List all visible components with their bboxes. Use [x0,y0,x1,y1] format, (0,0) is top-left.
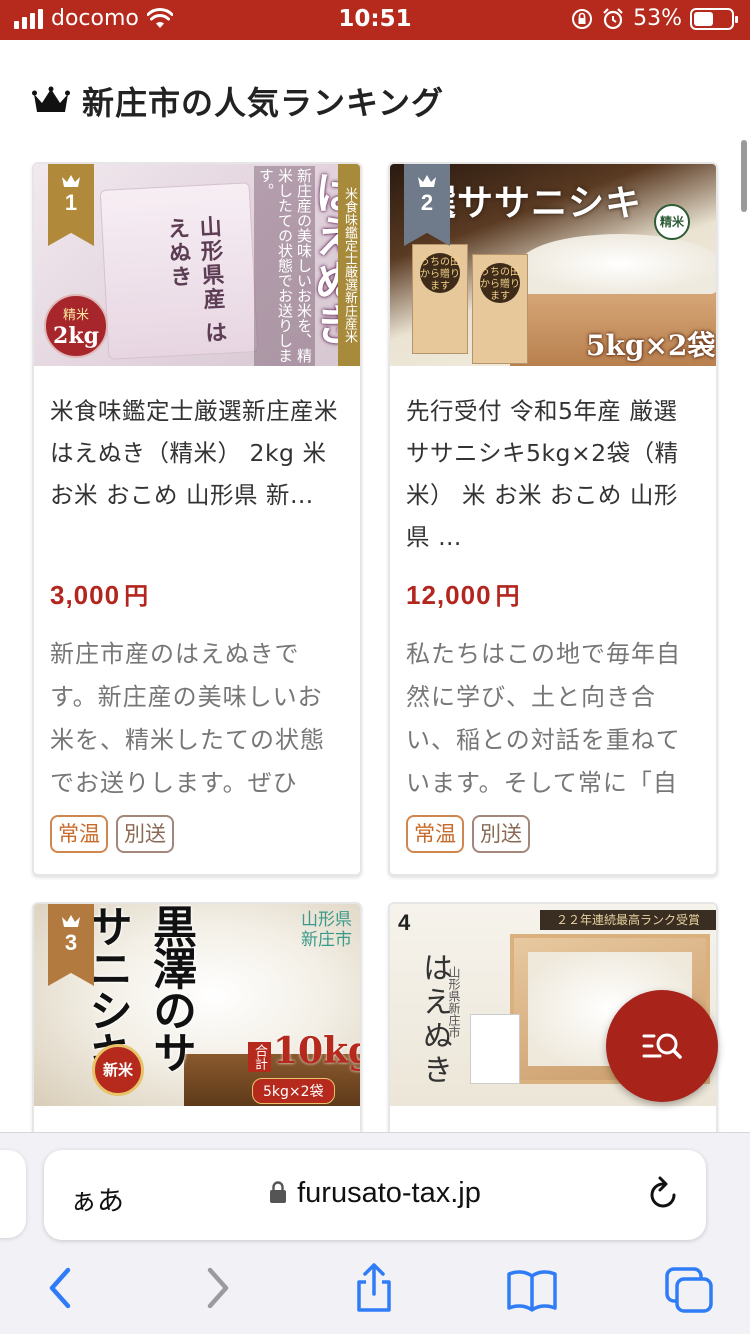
product-image-3[interactable]: 黒澤のササニシキ 山形県新庄市 新米 合計 10kg 5kg×2袋 3 [34,904,360,1106]
search-fab[interactable] [606,990,718,1102]
bag-label: 山形県産 はえぬき [163,214,228,346]
screen: { "status_bar": { "carrier": "docomo", "… [0,0,750,1334]
url-display[interactable]: furusato-tax.jp [44,1177,706,1210]
image-total: 合計 10kg [248,1030,360,1072]
product-image-2[interactable]: うちの田から贈ります うちの田から贈ります 選ササニシキ 精米 5kg×2袋 2 [390,164,716,366]
tag-list-1: 常温 別送 [50,815,344,853]
scrollbar[interactable] [741,140,747,212]
battery-fill [694,11,714,26]
image-side-label: 米食味鑑定士厳選新庄産米 [338,164,360,366]
search-list-icon [642,1033,682,1059]
orientation-lock-icon [572,8,593,29]
tag-shipping: 別送 [472,815,530,853]
weight-seal: 精米 2kg [44,294,108,358]
rank-number-4: 4 [398,910,411,935]
address-bar[interactable]: ぁあ furusato-tax.jp [44,1150,706,1240]
image-sub: 5kg×2袋 [252,1078,335,1104]
image-seal: 精米 [654,204,690,240]
rice-bag: 山形県産 はえぬき [99,182,259,360]
ranking-card-2[interactable]: うちの田から贈ります うちの田から贈ります 選ササニシキ 精米 5kg×2袋 2… [388,162,718,876]
tag-shipping: 別送 [116,815,174,853]
product-image-1[interactable]: 山形県産 はえぬき 精米 2kg 新庄産の美味しいお米を、精米したての状態でお送… [34,164,360,366]
product-title-1[interactable]: 米食味鑑定士厳選新庄産米 はえぬき（精米） 2kg 米 お米 おこめ 山形県 新… [50,390,344,558]
back-button[interactable] [44,1264,74,1312]
share-button[interactable] [352,1262,396,1314]
lock-icon [270,1181,287,1203]
tag-list-2: 常温 別送 [406,815,700,853]
card-body-1: 米食味鑑定士厳選新庄産米 はえぬき（精米） 2kg 米 お米 おこめ 山形県 新… [34,366,360,871]
rank-crown-icon [62,915,80,927]
forward-button[interactable] [204,1264,234,1312]
reload-icon[interactable] [646,1175,682,1213]
status-left: docomo [14,6,173,31]
image-origin: 山形県新庄市 [447,966,461,1038]
rice-bag-right: うちの田から贈ります [472,254,528,364]
product-price-2: 12,000 円 [406,580,521,610]
bookmarks-button[interactable] [506,1268,558,1312]
product-description-2: 私たちはこの地で毎年自然に学び、土と向き合い、稲との対話を重ねています。そして常… [406,640,681,797]
tabs-button[interactable] [664,1266,714,1314]
signal-icon [14,8,43,29]
section-heading: 新庄市の人気ランキング [32,78,444,124]
ranking-card-1[interactable]: 山形県産 はえぬき 精米 2kg 新庄産の美味しいお米を、精米したての状態でお送… [32,162,362,876]
product-price-1: 3,000 円 [50,580,150,610]
tag-temperature: 常温 [50,815,108,853]
rice-bag [470,1014,520,1084]
battery-percent: 53% [633,6,682,31]
rank-crown-icon [418,175,436,187]
section-title: 新庄市の人気ランキング [82,84,445,122]
image-region: 山形県新庄市 [301,910,352,950]
image-weight: 5kg×2袋 [586,329,716,362]
product-title-2[interactable]: 先行受付 令和5年産 厳選ササニシキ5kg×2袋（精米） 米 お米 おこめ 山形… [406,390,700,558]
image-banner: 選ササニシキ [420,182,643,224]
product-description-1: 新庄市産のはえぬきです。新庄産の美味しいお米を、精米したての状態でお送りします。… [50,640,325,797]
url-text: furusato-tax.jp [297,1177,481,1209]
rank-crown-icon [62,175,80,187]
image-banner: ２２年連続最高ランク受賞 [540,910,716,930]
rice-pile [520,234,716,294]
crown-icon [32,86,70,112]
status-bar: docomo 10:51 53% [0,0,750,40]
image-badge: 新米 [92,1044,144,1096]
wifi-icon [146,7,173,28]
battery-icon [690,7,738,30]
rice-bag-left: うちの田から贈ります [412,244,468,354]
status-right: 53% [571,6,738,31]
card-body-2: 先行受付 令和5年産 厳選ササニシキ5kg×2袋（精米） 米 お米 おこめ 山形… [390,366,716,871]
previous-tab-edge[interactable] [0,1150,26,1238]
carrier-name: docomo [51,6,139,31]
tag-temperature: 常温 [406,815,464,853]
alarm-icon [603,7,623,29]
